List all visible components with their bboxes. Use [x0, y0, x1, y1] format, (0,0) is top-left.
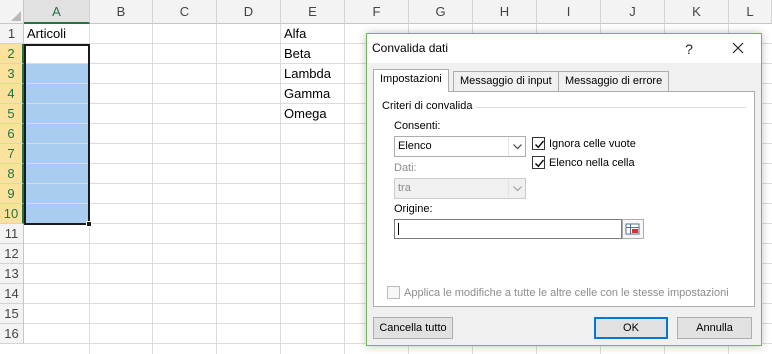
checkbox-box	[532, 137, 545, 150]
column-header-d[interactable]: D	[217, 0, 281, 24]
data-dropdown-arrow	[508, 179, 525, 198]
select-all-corner[interactable]	[0, 0, 24, 24]
cell-e3[interactable]: Lambda	[281, 64, 331, 84]
allow-dropdown-arrow[interactable]	[508, 137, 525, 156]
close-icon	[732, 42, 744, 54]
row-header-2[interactable]: 2	[0, 44, 24, 64]
row-header-15[interactable]: 15	[0, 304, 24, 324]
row-header-10[interactable]: 10	[0, 204, 24, 224]
column-header-j[interactable]: J	[601, 0, 665, 24]
column-header-a[interactable]: A	[24, 0, 90, 24]
column-header-h[interactable]: H	[473, 0, 537, 24]
column-header-l[interactable]: L	[729, 0, 772, 24]
allow-combobox-value: Elenco	[398, 140, 432, 152]
cell-e2[interactable]: Beta	[281, 44, 311, 64]
row-header-12[interactable]: 12	[0, 244, 24, 264]
in-cell-dropdown-checkbox[interactable]: Elenco nella cella	[532, 156, 635, 169]
allow-label: Consenti:	[394, 120, 441, 132]
range-selector-icon	[625, 223, 640, 235]
tab-impostazioni[interactable]: Impostazioni	[373, 69, 449, 92]
cell-e5[interactable]: Omega	[281, 104, 327, 124]
tab-messaggio-di-input[interactable]: Messaggio di input	[453, 71, 559, 92]
source-input[interactable]	[394, 219, 622, 239]
checkbox-box	[532, 156, 545, 169]
row-header-13[interactable]: 13	[0, 264, 24, 284]
column-header-e[interactable]: E	[281, 0, 345, 24]
column-header-k[interactable]: K	[665, 0, 729, 24]
column-header-f[interactable]: F	[345, 0, 409, 24]
cell-e4[interactable]: Gamma	[281, 84, 330, 104]
ignore-blank-label: Ignora celle vuote	[549, 137, 636, 150]
column-header-g[interactable]: G	[409, 0, 473, 24]
cancel-button[interactable]: Annulla	[677, 317, 752, 339]
row-header-16[interactable]: 16	[0, 324, 24, 344]
cell-a1[interactable]: Articoli	[24, 24, 66, 44]
cell-e1[interactable]: Alfa	[281, 24, 306, 44]
clear-all-button[interactable]: Cancella tutto	[373, 317, 453, 339]
source-label: Origine:	[394, 203, 433, 215]
data-combobox: tra	[394, 178, 526, 199]
row-header-8[interactable]: 8	[0, 164, 24, 184]
row-header-14[interactable]: 14	[0, 284, 24, 304]
in-cell-dropdown-label: Elenco nella cella	[549, 156, 635, 169]
checkmark-icon	[534, 159, 545, 168]
checkmark-icon	[534, 140, 545, 149]
text-caret	[398, 223, 399, 235]
chevron-down-icon	[512, 186, 522, 192]
selection-border	[24, 44, 90, 225]
gridline	[216, 24, 217, 354]
row-header-1[interactable]: 1	[0, 24, 24, 44]
row-header-5[interactable]: 5	[0, 104, 24, 124]
validation-criteria-title: Criteri di convalida	[382, 100, 477, 112]
allow-combobox[interactable]: Elenco	[394, 136, 526, 157]
apply-to-all-label: Applica le modifiche a tutte le altre ce…	[404, 286, 729, 299]
ignore-blank-checkbox[interactable]: Ignora celle vuote	[532, 137, 636, 150]
dialog-title: Convalida dati	[372, 41, 449, 55]
row-header-3[interactable]: 3	[0, 64, 24, 84]
tab-messaggio-di-errore[interactable]: Messaggio di errore	[558, 71, 670, 92]
row-header-6[interactable]: 6	[0, 124, 24, 144]
column-header-b[interactable]: B	[90, 0, 153, 24]
row-header-7[interactable]: 7	[0, 144, 24, 164]
fill-handle[interactable]	[86, 221, 92, 227]
column-header-c[interactable]: C	[153, 0, 217, 24]
help-button[interactable]: ?	[679, 39, 699, 59]
apply-to-all-checkbox: Applica le modifiche a tutte le altre ce…	[387, 286, 729, 299]
ok-button[interactable]: OK	[594, 317, 668, 339]
column-header-i[interactable]: I	[537, 0, 601, 24]
checkbox-box	[387, 286, 400, 299]
row-header-9[interactable]: 9	[0, 184, 24, 204]
row-header-4[interactable]: 4	[0, 84, 24, 104]
settings-tab-panel: Criteri di convalida Consenti: Elenco Ig…	[373, 91, 755, 307]
data-label: Dati:	[394, 162, 417, 174]
close-button[interactable]	[725, 38, 751, 60]
gridline	[344, 24, 345, 354]
collapse-dialog-button[interactable]	[622, 219, 644, 239]
data-combobox-value: tra	[398, 182, 411, 194]
gridline	[152, 24, 153, 354]
dialog-titlebar[interactable]: Convalida dati ?	[367, 34, 761, 63]
data-validation-dialog: Convalida dati ? Impostazioni Messaggio …	[366, 33, 762, 346]
chevron-down-icon	[512, 144, 522, 150]
row-header-11[interactable]: 11	[0, 224, 24, 244]
